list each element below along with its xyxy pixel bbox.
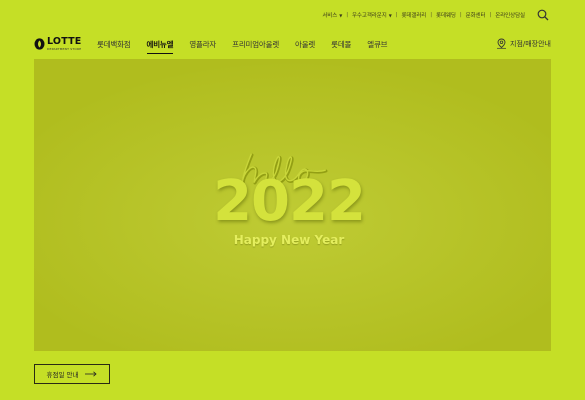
utility-menu: 서비스 ▼ | 우수고객라운지 ▼ | 롯데갤러리 | 롯데웨딩 | 문화센터 | … bbox=[322, 11, 525, 19]
arrow-right-icon bbox=[85, 371, 98, 377]
chevron-down-icon: ▼ bbox=[339, 12, 343, 18]
logo-subtitle: DEPARTMENT STORE bbox=[47, 46, 82, 51]
divider: | bbox=[459, 12, 462, 18]
nav-young-plaza[interactable]: 영플라자 bbox=[189, 39, 216, 54]
utility-wedding[interactable]: 롯데웨딩 bbox=[436, 11, 456, 19]
nav-elcube[interactable]: 엘큐브 bbox=[367, 39, 387, 54]
utility-vip[interactable]: 우수고객라운지 ▼ bbox=[352, 11, 392, 20]
utility-service[interactable]: 서비스 ▼ bbox=[322, 11, 343, 20]
holiday-notice-label: 휴점일 안내 bbox=[46, 371, 79, 379]
nav-lotte-department[interactable]: 롯데백화점 bbox=[97, 39, 131, 54]
divider: | bbox=[430, 12, 433, 18]
utility-gallery[interactable]: 롯데갤러리 bbox=[401, 11, 426, 19]
divider: | bbox=[346, 12, 348, 18]
hero-banner[interactable]: 2022 Happy New Year bbox=[34, 59, 551, 351]
nav-lotte-mall[interactable]: 롯데몰 bbox=[331, 39, 351, 54]
nav-premium-outlet[interactable]: 프리미엄아울렛 bbox=[232, 39, 279, 54]
main-navigation: 롯데백화점 에비뉴엘 영플라자 프리미엄아울렛 아울렛 롯데몰 엘큐브 bbox=[97, 39, 403, 54]
lotte-logo-icon bbox=[34, 38, 45, 50]
divider: | bbox=[489, 12, 492, 18]
nav-avenuel[interactable]: 에비뉴엘 bbox=[146, 39, 174, 54]
holiday-notice-button[interactable]: 휴점일 안내 bbox=[34, 364, 110, 384]
store-finder-link[interactable]: 지점/매장안내 bbox=[496, 38, 551, 49]
nav-outlet[interactable]: 아울렛 bbox=[295, 39, 315, 54]
search-icon[interactable] bbox=[537, 9, 549, 21]
chevron-down-icon: ▼ bbox=[388, 12, 392, 18]
hero-tagline: Happy New Year bbox=[233, 233, 345, 247]
logo-wordmark: LOTTE bbox=[47, 36, 82, 47]
utility-online[interactable]: 온라인상담실 bbox=[495, 11, 525, 19]
hero-year: 2022 bbox=[213, 169, 366, 234]
lotte-logo[interactable]: LOTTE DEPARTMENT STORE bbox=[34, 37, 81, 51]
store-finder-label: 지점/매장안내 bbox=[510, 39, 551, 48]
utility-culture[interactable]: 문화센터 bbox=[466, 11, 486, 19]
map-pin-icon bbox=[497, 38, 506, 49]
divider: | bbox=[395, 12, 398, 18]
